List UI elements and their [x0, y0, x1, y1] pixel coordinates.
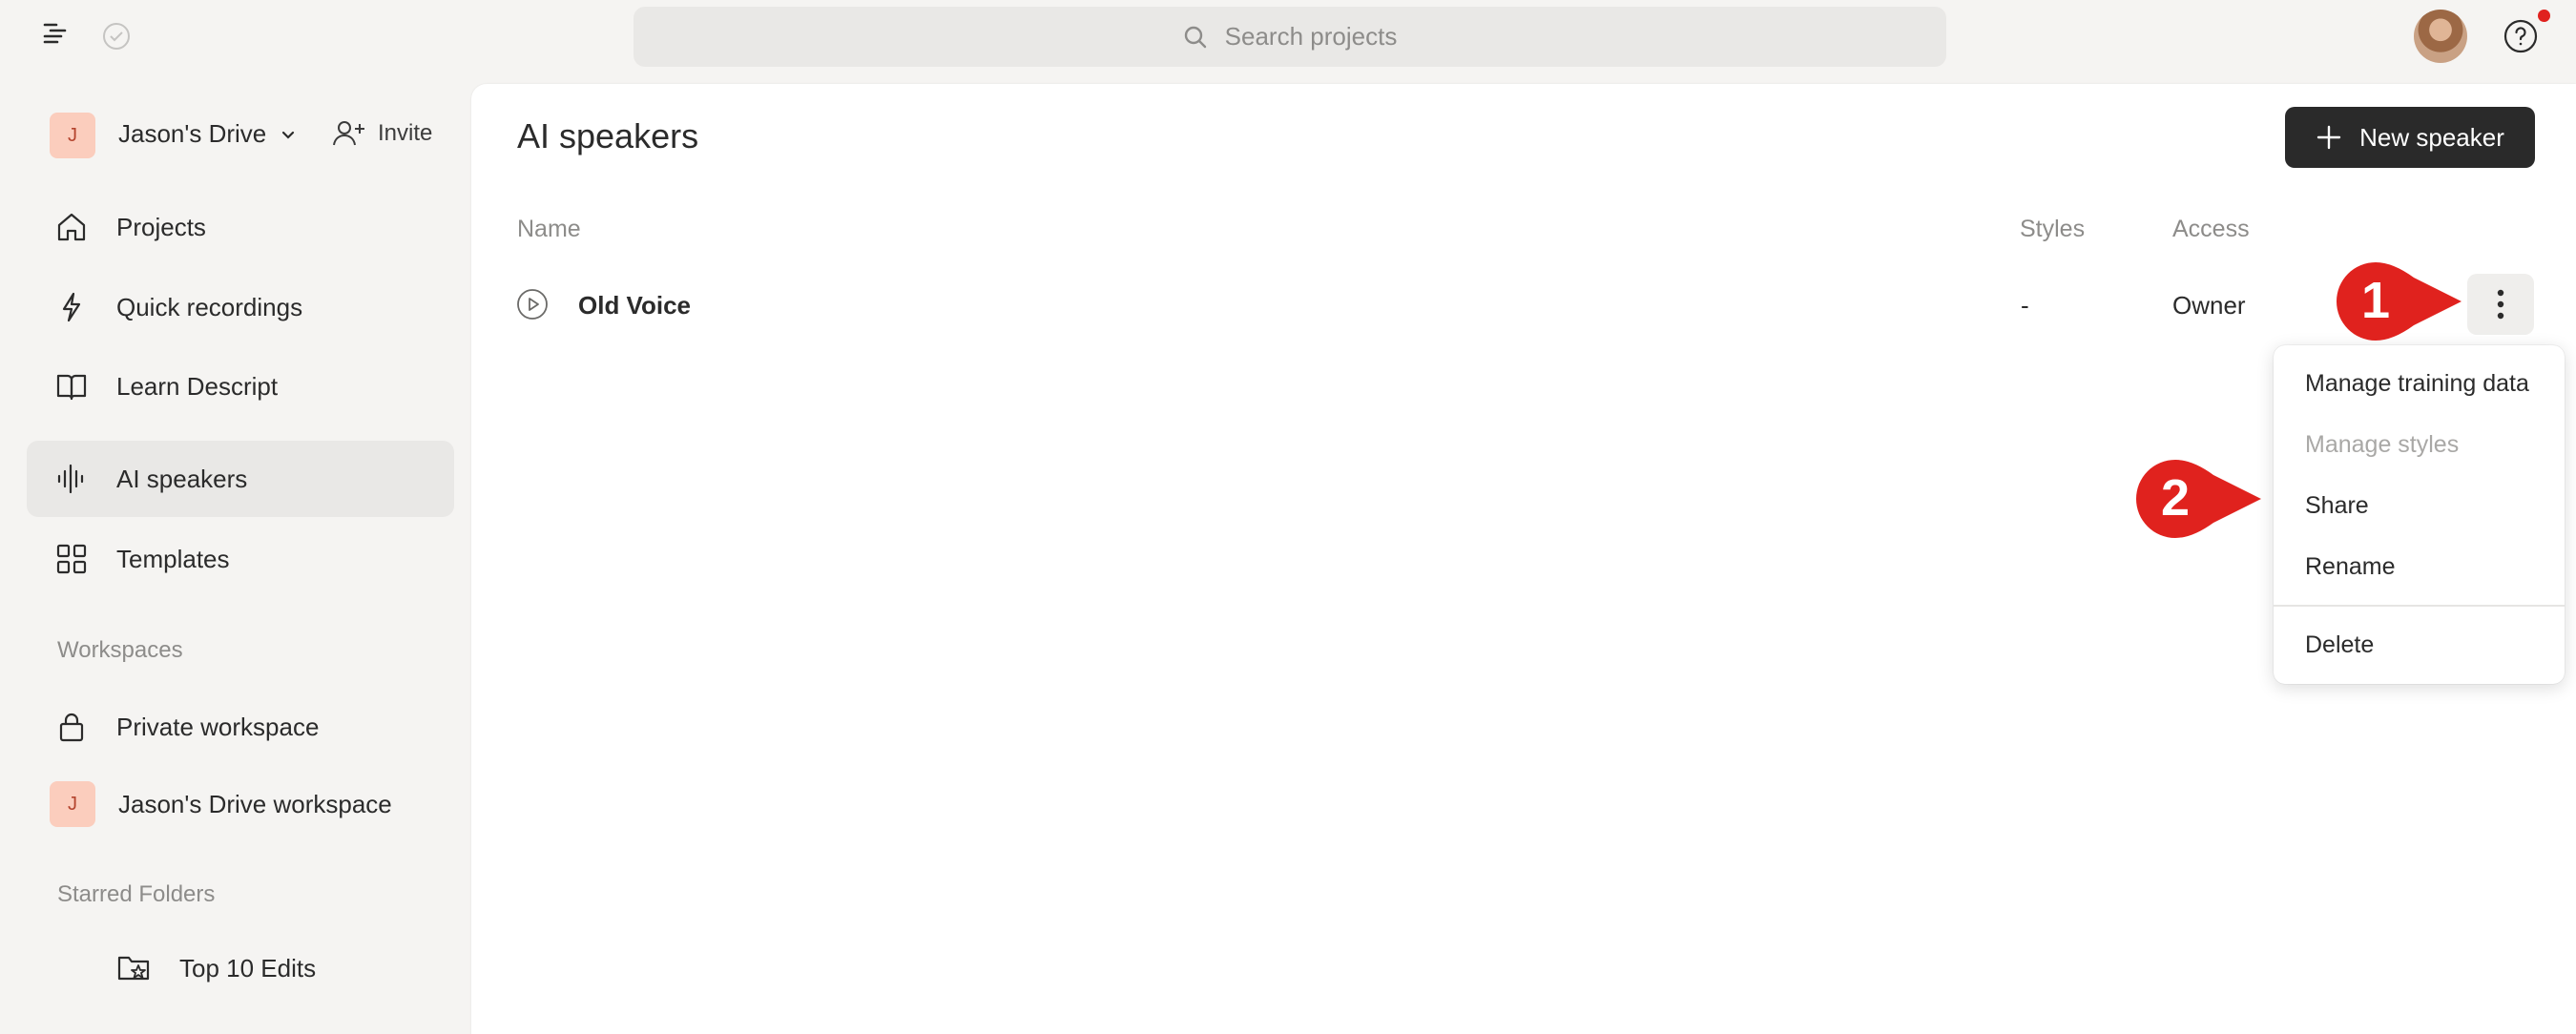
callout-marker-2: 2	[2135, 458, 2263, 540]
help-icon[interactable]	[2503, 18, 2539, 54]
callout-marker-1: 1	[2336, 260, 2463, 342]
invite-label: Invite	[378, 120, 433, 146]
lock-icon	[59, 713, 84, 742]
search-input[interactable]: Search projects	[634, 7, 1946, 67]
waveform-icon	[57, 464, 84, 494]
callout-number: 1	[2361, 272, 2391, 329]
menu-item-manage-training-data[interactable]: Manage training data	[2305, 370, 2529, 398]
menu-item-manage-styles: Manage styles	[2305, 431, 2460, 458]
more-options-button[interactable]	[2467, 274, 2534, 335]
sidebar-item-drive-workspace[interactable]: Jason's Drive workspace	[118, 790, 392, 819]
sidebar-item-label: Templates	[116, 544, 230, 573]
sidebar-item-label: AI speakers	[116, 464, 248, 493]
sidebar-item-label: Learn Descript	[116, 371, 279, 401]
menu-item-share[interactable]: Share	[2305, 492, 2369, 520]
add-user-icon	[333, 121, 364, 146]
starred-folders-heading: Starred Folders	[57, 881, 216, 907]
page-title: AI speakers	[517, 116, 699, 155]
user-avatar[interactable]	[2414, 10, 2467, 63]
folder-star-icon	[117, 956, 150, 981]
speaker-name[interactable]: Old Voice	[578, 291, 691, 321]
invite-button[interactable]: Invite	[332, 118, 432, 149]
workspace-avatar-badge: J	[50, 781, 95, 827]
new-speaker-button[interactable]: New speaker	[2285, 107, 2535, 168]
column-header-styles[interactable]: Styles	[2020, 216, 2085, 243]
home-icon	[57, 213, 86, 241]
plus-icon	[2316, 125, 2341, 150]
new-speaker-label: New speaker	[2359, 122, 2504, 152]
speaker-options-menu: Manage training data Manage styles Share…	[2274, 345, 2565, 684]
book-icon	[56, 374, 87, 401]
drive-avatar-badge: J	[50, 113, 95, 158]
descript-logo-icon[interactable]	[42, 21, 69, 48]
search-placeholder: Search projects	[1224, 22, 1398, 51]
menu-divider	[2274, 605, 2565, 607]
workspaces-heading: Workspaces	[57, 637, 183, 663]
grid-icon	[56, 544, 87, 574]
sidebar-item-label: Quick recordings	[116, 292, 303, 321]
sidebar-item-projects[interactable]: Projects	[27, 189, 454, 265]
sidebar-item-quick-recordings[interactable]: Quick recordings	[27, 269, 454, 345]
play-icon[interactable]	[516, 288, 549, 321]
chevron-down-icon[interactable]	[279, 126, 298, 145]
sync-status-icon	[101, 21, 132, 52]
starred-folder-label: Top 10 Edits	[179, 953, 317, 982]
kebab-menu-icon	[2497, 289, 2504, 320]
menu-item-rename[interactable]: Rename	[2305, 553, 2396, 581]
sidebar-item-learn-descript[interactable]: Learn Descript	[27, 348, 454, 424]
drive-selector[interactable]: Jason's Drive	[118, 119, 266, 149]
notification-dot	[2538, 10, 2550, 22]
lightning-icon	[62, 292, 81, 322]
callout-number: 2	[2161, 469, 2191, 527]
speaker-styles: -	[2021, 291, 2029, 320]
column-header-name[interactable]: Name	[517, 216, 581, 243]
column-header-access[interactable]: Access	[2172, 216, 2250, 243]
main-panel	[471, 84, 2576, 1034]
sidebar-item-templates[interactable]: Templates	[27, 521, 454, 597]
sidebar-item-label: Projects	[116, 212, 206, 241]
speaker-access: Owner	[2172, 291, 2246, 320]
sidebar-item-private-workspace[interactable]: Private workspace	[27, 689, 454, 765]
sidebar-item-ai-speakers[interactable]: AI speakers	[27, 441, 454, 517]
sidebar-item-label: Private workspace	[116, 712, 320, 741]
search-icon	[1184, 26, 1206, 48]
starred-folder-item[interactable]: Top 10 Edits	[116, 952, 316, 984]
menu-item-delete[interactable]: Delete	[2305, 631, 2374, 659]
